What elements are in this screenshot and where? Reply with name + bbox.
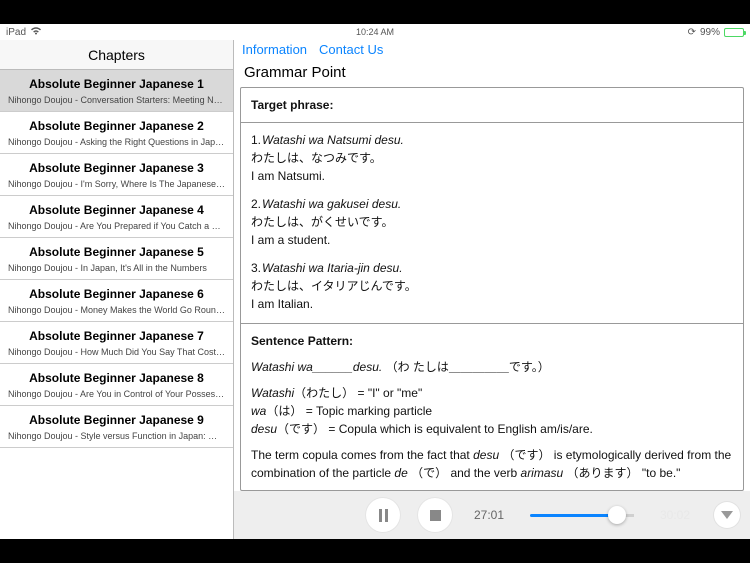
rotation-lock-icon: ⟳	[688, 27, 696, 38]
chapter-subtitle: Nihongo Doujou - I'm Sorry, Where Is The…	[8, 179, 225, 189]
chapter-title: Absolute Beginner Japanese 7	[8, 329, 225, 343]
chapter-item[interactable]: Absolute Beginner Japanese 7 Nihongo Douj…	[0, 322, 233, 364]
link-contact[interactable]: Contact Us	[319, 42, 383, 58]
chapter-subtitle: Nihongo Doujou - Are You Prepared if You…	[8, 221, 225, 231]
chapter-list[interactable]: Absolute Beginner Japanese 1 Nihongo Douj…	[0, 70, 233, 539]
chapter-title: Absolute Beginner Japanese 3	[8, 161, 225, 175]
app-screen: iPad 10:24 AM ⟳ 99% Chapters Absolute Be…	[0, 24, 750, 539]
phrase-block: 2.Watashi wa gakusei desu.わたしは、がくせいです。I …	[251, 195, 733, 249]
chapter-item[interactable]: Absolute Beginner Japanese 6 Nihongo Douj…	[0, 280, 233, 322]
target-heading: Target phrase:	[251, 98, 333, 112]
chapter-subtitle: Nihongo Doujou - Money Makes the World G…	[8, 305, 225, 315]
audio-player: 27:01 30:02	[234, 491, 750, 539]
battery-icon	[724, 28, 744, 37]
stop-button[interactable]	[418, 498, 452, 532]
chapter-title: Absolute Beginner Japanese 5	[8, 245, 225, 259]
wifi-icon	[30, 26, 42, 38]
phrase-block: 1.Watashi wa Natsumi desu.わたしは、なつみです。I a…	[251, 131, 733, 185]
chapter-item[interactable]: Absolute Beginner Japanese 5 Nihongo Douj…	[0, 238, 233, 280]
chapter-item[interactable]: Absolute Beginner Japanese 9 Nihongo Douj…	[0, 406, 233, 448]
chapter-subtitle: Nihongo Doujou - Conversation Starters: …	[8, 95, 225, 105]
duration-time: 30:02	[660, 508, 690, 522]
pause-button[interactable]	[366, 498, 400, 532]
chapter-title: Absolute Beginner Japanese 1	[8, 77, 225, 91]
chapter-subtitle: Nihongo Doujou - In Japan, It's All in t…	[8, 263, 225, 273]
pattern-line: Watashi wa______desu. （わ たしは＿＿＿＿＿です。）	[251, 358, 733, 376]
chapter-title: Absolute Beginner Japanese 4	[8, 203, 225, 217]
chapter-subtitle: Nihongo Doujou - Style versus Function i…	[8, 431, 225, 441]
progress-slider[interactable]	[530, 514, 634, 517]
phrase-block: 3.Watashi wa Itaria-jin desu.わたしは、イタリアじん…	[251, 259, 733, 313]
elapsed-time: 27:01	[474, 508, 504, 522]
chapter-item[interactable]: Absolute Beginner Japanese 8 Nihongo Douj…	[0, 364, 233, 406]
chapter-item[interactable]: Absolute Beginner Japanese 3 Nihongo Douj…	[0, 154, 233, 196]
status-bar: iPad 10:24 AM ⟳ 99%	[0, 24, 750, 40]
content-box[interactable]: Target phrase: 1.Watashi wa Natsumi desu…	[240, 87, 744, 491]
letterbox-top	[0, 0, 750, 24]
chapter-subtitle: Nihongo Doujou - Asking the Right Questi…	[8, 137, 225, 147]
chapters-sidebar: Chapters Absolute Beginner Japanese 1 Nih…	[0, 40, 234, 539]
definitions: Watashi（わたし） = "I" or "me" wa（は） = Topic…	[251, 384, 733, 438]
chapter-item[interactable]: Absolute Beginner Japanese 1 Nihongo Douj…	[0, 70, 233, 112]
pattern-heading: Sentence Pattern:	[251, 334, 353, 348]
chapter-subtitle: Nihongo Doujou - Are You in Control of Y…	[8, 389, 225, 399]
chapter-title: Absolute Beginner Japanese 8	[8, 371, 225, 385]
top-links: Information Contact Us	[234, 40, 750, 58]
collapse-button[interactable]	[714, 502, 740, 528]
divider	[241, 323, 743, 324]
letterbox-bottom	[0, 539, 750, 563]
explanation: The term copula comes from the fact that…	[251, 446, 733, 482]
chevron-down-icon	[721, 511, 733, 519]
section-title: Grammar Point	[234, 58, 750, 87]
content-pane: Information Contact Us Grammar Point Tar…	[234, 40, 750, 539]
link-information[interactable]: Information	[242, 42, 307, 58]
chapter-title: Absolute Beginner Japanese 6	[8, 287, 225, 301]
chapter-item[interactable]: Absolute Beginner Japanese 2 Nihongo Douj…	[0, 112, 233, 154]
divider	[241, 122, 743, 123]
chapter-title: Absolute Beginner Japanese 9	[8, 413, 225, 427]
status-time: 10:24 AM	[356, 27, 394, 37]
sidebar-title: Chapters	[0, 40, 233, 70]
chapter-title: Absolute Beginner Japanese 2	[8, 119, 225, 133]
chapter-item[interactable]: Absolute Beginner Japanese 4 Nihongo Douj…	[0, 196, 233, 238]
device-label: iPad	[6, 27, 26, 38]
chapter-subtitle: Nihongo Doujou - How Much Did You Say Th…	[8, 347, 225, 357]
battery-pct: 99%	[700, 27, 720, 38]
slider-knob[interactable]	[608, 506, 626, 524]
